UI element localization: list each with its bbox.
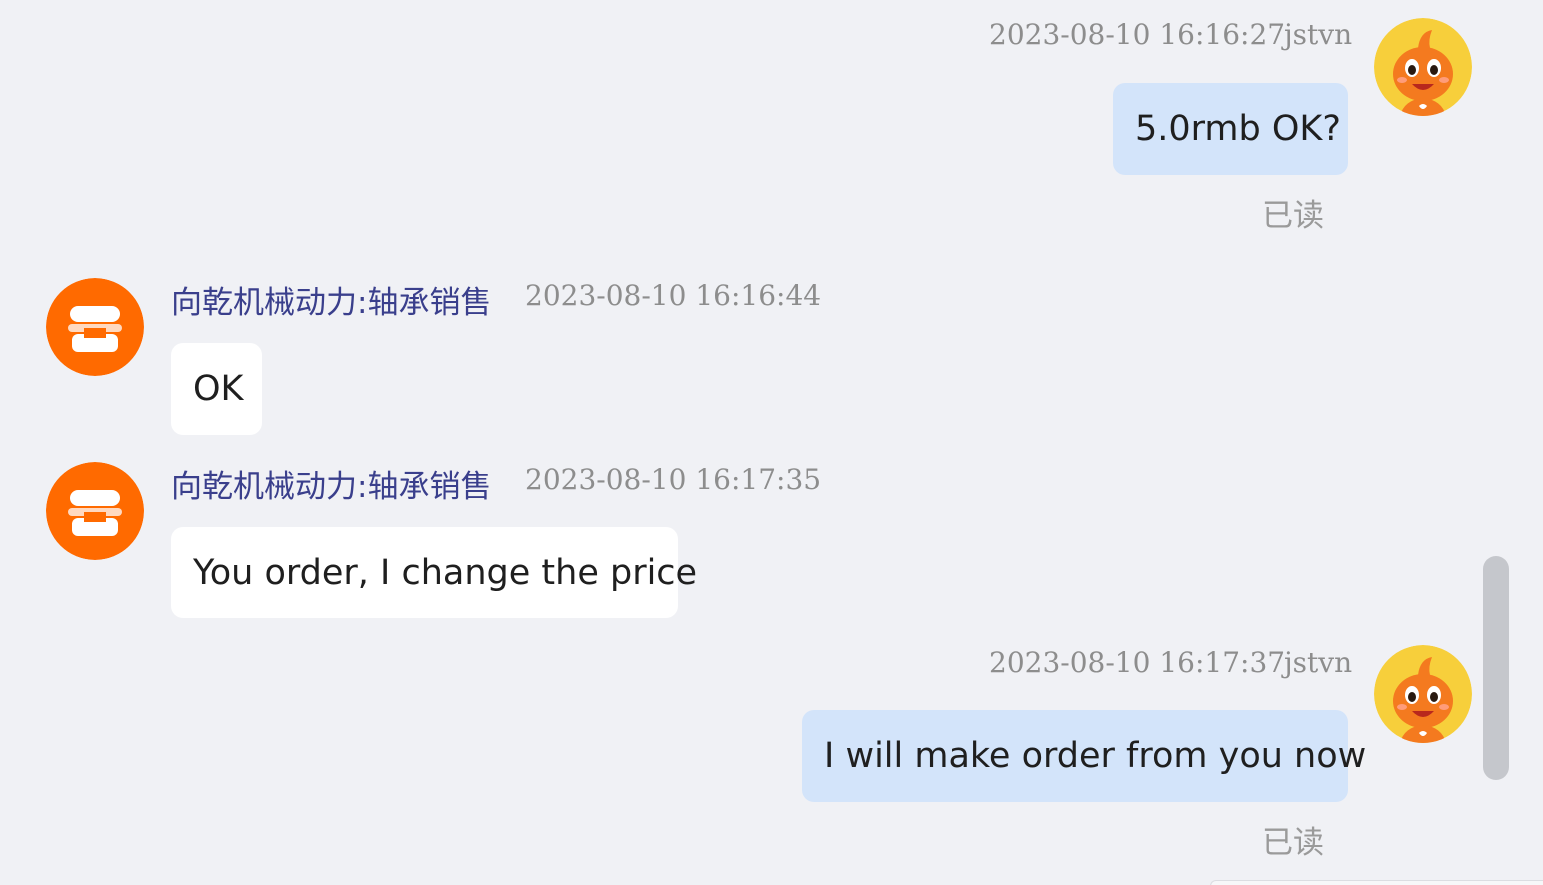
orange-mascot-avatar-icon [1374,645,1472,743]
message-text: You order, I change the price [193,552,698,593]
sender-name[interactable]: 向乾机械动力:轴承销售 [171,277,491,322]
message-bubble[interactable]: I will make order from you now [802,710,1366,802]
input-area-edge [1210,880,1543,885]
user-avatar[interactable] [1374,18,1472,116]
message-timestamp: 2023-08-10 16:17:37 [989,646,1286,679]
message-username: jstvn [1284,646,1353,679]
message-timestamp: 2023-08-10 16:16:27 [989,18,1286,51]
user-avatar[interactable] [1374,645,1472,743]
shop-avatar[interactable] [46,462,144,560]
message-username: jstvn [1284,18,1353,51]
message-timestamp: 2023-08-10 16:16:44 [525,279,822,312]
message-timestamp: 2023-08-10 16:17:35 [525,463,822,496]
message-bubble[interactable]: 5.0rmb OK? [1113,83,1348,175]
read-status: 已读 [1262,198,1324,234]
shop-store-icon [46,278,144,376]
chat-message-list[interactable]: 2023-08-10 16:16:27 jstvn 5.0rmb OK? 已读 [0,0,1543,885]
read-status: 已读 [1262,825,1324,861]
message-bubble[interactable]: OK [171,343,262,435]
orange-mascot-avatar-icon [1374,18,1472,116]
shop-store-icon [46,462,144,560]
message-text: I will make order from you now [824,736,1367,776]
sender-name[interactable]: 向乾机械动力:轴承销售 [171,461,491,506]
message-bubble[interactable]: You order, I change the price [171,527,697,618]
scrollbar-thumb[interactable] [1483,556,1509,780]
message-text: OK [193,369,244,409]
shop-avatar[interactable] [46,278,144,376]
message-text: 5.0rmb OK? [1135,109,1341,149]
